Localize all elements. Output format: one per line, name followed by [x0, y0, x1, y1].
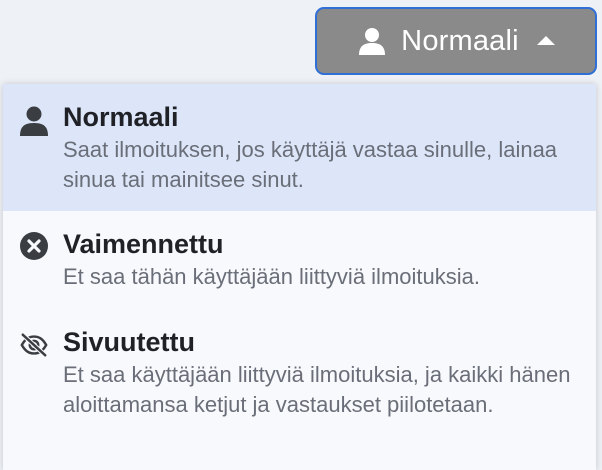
eye-slash-icon	[19, 330, 49, 360]
user-icon	[19, 106, 49, 136]
caret-up-icon	[536, 35, 555, 45]
menu-item-ignored[interactable]: Sivuutettu Et saa käyttäjään liittyviä i…	[3, 310, 596, 470]
notification-level-toggle-button[interactable]: Normaali	[315, 7, 597, 75]
menu-item-normal[interactable]: Normaali Saat ilmoituksen, jos käyttäjä …	[3, 84, 596, 211]
menu-item-muted[interactable]: Vaimennettu Et saa tähän käyttäjään liit…	[3, 211, 596, 310]
times-circle-icon	[19, 231, 49, 261]
menu-item-title: Vaimennettu	[63, 229, 224, 259]
notification-level-menu: Normaali Saat ilmoituksen, jos käyttäjä …	[3, 84, 596, 470]
menu-item-description: Et saa tähän käyttäjään liittyviä ilmoit…	[63, 264, 480, 289]
menu-item-title: Sivuutettu	[63, 327, 195, 357]
menu-item-description: Et saa käyttäjään liittyviä ilmoituksia,…	[63, 362, 571, 417]
menu-item-description: Saat ilmoituksen, jos käyttäjä vastaa si…	[63, 137, 558, 192]
menu-item-title: Normaali	[63, 102, 179, 132]
user-icon	[357, 26, 387, 56]
toggle-button-label: Normaali	[401, 24, 519, 57]
